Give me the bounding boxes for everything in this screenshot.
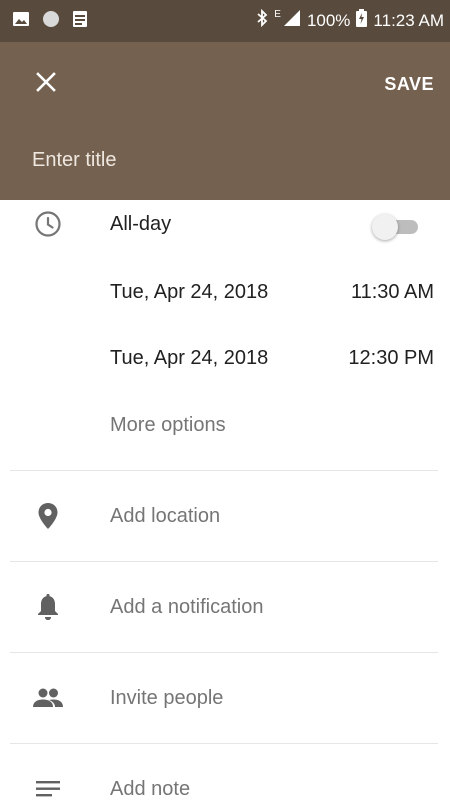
all-day-toggle[interactable] [370,212,422,242]
circle-dot-icon [42,10,60,33]
add-note-field[interactable]: Add note [110,776,190,802]
battery-charging-icon [356,9,368,33]
network-type-label: E [274,9,281,20]
clock-time: 11:23 AM [373,11,444,30]
start-time[interactable]: 11:30 AM [351,279,434,305]
divider [10,652,438,653]
notes-icon [32,773,64,803]
title-input[interactable] [32,142,412,178]
more-options-link[interactable]: More options [110,412,226,438]
toggle-thumb [372,214,398,240]
app-bar: SAVE [0,42,450,200]
save-button[interactable]: SAVE [382,68,436,100]
close-icon [36,71,56,97]
divider [10,743,438,744]
add-notification-field[interactable]: Add a notification [110,594,263,620]
status-indicators: E 100% 11:23 AM [256,8,444,33]
location-pin-icon [32,500,64,532]
end-date[interactable]: Tue, Apr 24, 2018 [110,345,268,371]
notification-icons [12,10,88,33]
start-date[interactable]: Tue, Apr 24, 2018 [110,279,268,305]
close-button[interactable] [22,60,70,108]
status-bar: E 100% 11:23 AM [0,0,450,42]
bell-icon [32,591,64,623]
all-day-label[interactable]: All-day [110,211,171,237]
divider [10,561,438,562]
end-time[interactable]: 12:30 PM [348,345,434,371]
add-location-field[interactable]: Add location [110,503,220,529]
battery-percent: 100% [306,11,351,30]
signal-icon [283,9,301,33]
divider [10,470,438,471]
invite-people-field[interactable]: Invite people [110,685,223,711]
image-icon [12,11,30,32]
log-icon [72,10,88,33]
clock-icon [32,208,64,240]
people-icon [32,682,64,714]
bluetooth-icon [256,8,268,33]
